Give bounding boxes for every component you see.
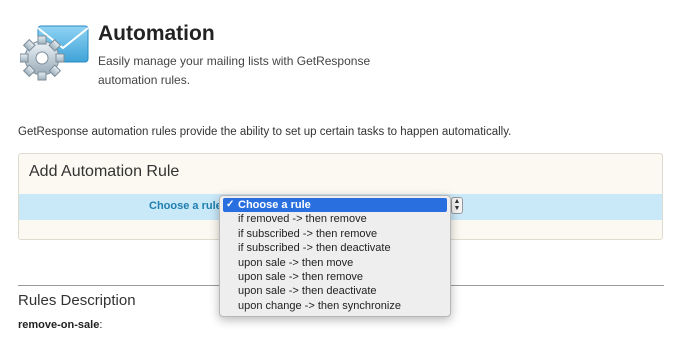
select-option[interactable]: upon sale -> then deactivate — [220, 284, 450, 298]
select-arrows-icon[interactable]: ▲ ▼ — [451, 197, 463, 214]
automation-logo-icon — [19, 22, 90, 82]
rule-select-dropdown[interactable]: ✓ Choose a rule if removed -> then remove… — [219, 195, 451, 317]
select-option[interactable]: ✓ Choose a rule — [223, 198, 447, 213]
select-option[interactable]: upon sale -> then remove — [220, 270, 450, 284]
panel-title: Add Automation Rule — [29, 163, 180, 180]
page-title: Automation — [98, 22, 215, 45]
intro-text: GetResponse automation rules provide the… — [18, 126, 512, 138]
rule-name: remove-on-sale — [18, 319, 100, 331]
rule-name-colon: : — [99, 319, 103, 331]
select-option[interactable]: if subscribed -> then deactivate — [220, 241, 450, 255]
rules-description-title: Rules Description — [18, 292, 136, 309]
rule-select-label: Choose a rule: — [149, 200, 226, 212]
rule-description-item: remove-on-sale: — [18, 319, 102, 331]
select-option[interactable]: upon sale -> then move — [220, 256, 450, 270]
select-option[interactable]: upon change -> then synchronize — [220, 299, 450, 313]
select-option[interactable]: if removed -> then remove — [220, 212, 450, 226]
select-option[interactable]: if subscribed -> then remove — [220, 227, 450, 241]
page-subtitle: Easily manage your mailing lists with Ge… — [98, 54, 371, 87]
checkmark-icon: ✓ — [226, 199, 235, 210]
